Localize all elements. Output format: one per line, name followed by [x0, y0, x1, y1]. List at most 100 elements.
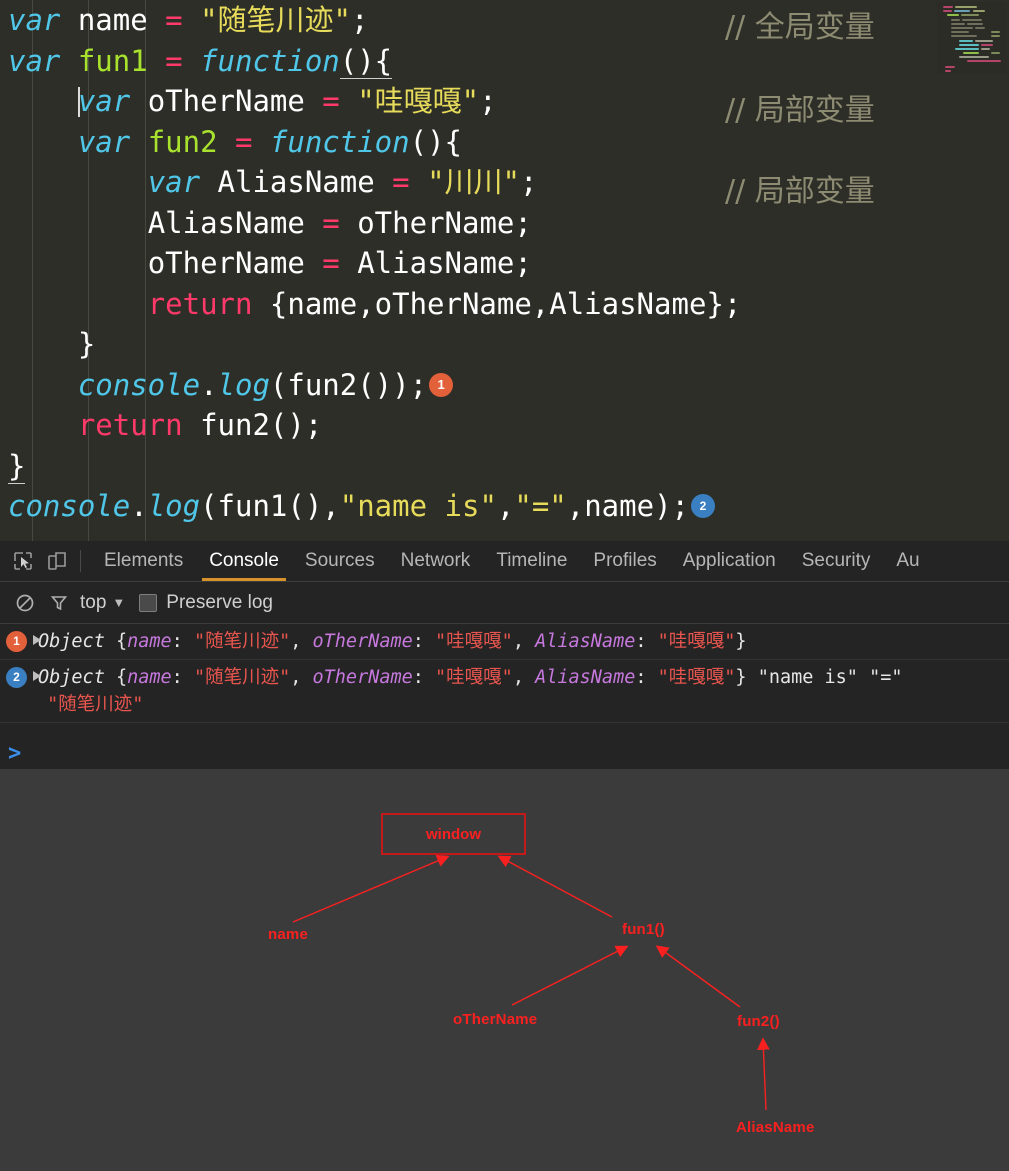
code-line[interactable]: var AliasName = "川川"; [8, 162, 741, 203]
code-token: return [147, 286, 253, 321]
object-label: Object [38, 631, 105, 652]
code-line[interactable]: AliasName = oTherName; [8, 203, 741, 244]
tab-profiles[interactable]: Profiles [580, 541, 669, 581]
devtools-panel[interactable]: Elements Console Sources Network Timeline Pro… [0, 541, 1009, 772]
console-token: oTherName [312, 631, 413, 652]
diagram-label-aliasName: AliasName [736, 1119, 815, 1136]
tab-sources[interactable]: Sources [292, 541, 388, 581]
tab-console[interactable]: Console [196, 541, 292, 581]
console-token: "哇嘎嘎" [657, 667, 736, 688]
diagram-label-fun2: fun2() [737, 1013, 780, 1030]
code-token: function [182, 43, 340, 78]
code-token: "=" [514, 489, 567, 523]
code-line[interactable]: console.log(fun2()); 1 [8, 365, 741, 406]
diagram-label-fun1: fun1() [622, 921, 665, 938]
preserve-log-checkbox[interactable] [139, 593, 158, 612]
console-token: : [635, 667, 658, 688]
code-token: "川川" [409, 165, 520, 199]
code-line[interactable]: var name = "随笔川迹"; [8, 0, 741, 41]
code-comment: // 局部变量 [725, 174, 875, 209]
code-line[interactable]: return fun2(); [8, 405, 741, 446]
expand-triangle-icon[interactable] [33, 635, 41, 645]
device-toolbar-icon[interactable] [40, 544, 74, 578]
code-token: name [60, 3, 166, 37]
code-token: (fun1(), [200, 489, 340, 523]
console-token: "哇嘎嘎" [435, 631, 513, 652]
code-line[interactable]: var oTherName = "哇嘎嘎"; [8, 81, 741, 122]
code-token: ; [479, 84, 497, 118]
console-token: , [512, 667, 536, 688]
tab-network[interactable]: Network [388, 541, 484, 581]
code-token: "随笔川迹" [182, 3, 352, 37]
console-token: , [512, 631, 536, 652]
clear-console-icon[interactable] [8, 588, 42, 618]
code-token: AliasName [200, 165, 393, 199]
console-token: , [290, 667, 313, 688]
code-line[interactable]: console.log(fun1(),"name is","=",name); 2 [8, 486, 741, 527]
tab-security[interactable]: Security [789, 541, 884, 581]
code-token: log [217, 367, 270, 402]
preserve-log-label[interactable]: Preserve log [166, 592, 273, 614]
console-badge: 2 [6, 667, 27, 688]
inspect-element-icon[interactable] [6, 544, 40, 578]
console-context-selector[interactable]: top [80, 592, 106, 614]
diagram-arrow-otherName-to-fun1 [511, 945, 629, 1006]
console-token: name [127, 631, 172, 652]
diagram-box-window-label: window [426, 825, 481, 843]
code-token: console [8, 489, 131, 523]
inline-badge-2[interactable]: 2 [690, 494, 715, 518]
code-token: ; [520, 165, 538, 199]
code-token: AliasName; [339, 246, 532, 280]
code-token: = [322, 246, 340, 280]
console-token: { [104, 631, 128, 652]
inline-badge-1[interactable]: 1 [429, 372, 454, 397]
code-comment: // 全局变量 [725, 10, 875, 45]
prompt-arrow-icon: > [8, 741, 22, 766]
console-prompt-row[interactable]: > [0, 736, 1009, 772]
console-token: : [171, 631, 194, 652]
code-line[interactable]: } [8, 446, 741, 487]
code-token: (){ [339, 43, 393, 79]
code-token: = [165, 43, 183, 78]
code-line[interactable]: return {name,oTherName,AliasName}; [8, 284, 742, 325]
expand-triangle-icon[interactable] [33, 671, 41, 681]
code-token: (fun2()); [269, 367, 428, 402]
diagram-arrow-name-to-window-left [292, 855, 450, 923]
code-token: fun1 [60, 43, 166, 78]
editor-minimap[interactable] [937, 2, 1007, 74]
code-token: var [77, 84, 131, 118]
console-token: AliasName [535, 631, 636, 652]
tab-elements[interactable]: Elements [91, 541, 196, 581]
code-editor[interactable]: var name = "随笔川迹"; var fun1 = function(){… [0, 0, 1009, 541]
code-token: ; [351, 3, 369, 37]
console-row[interactable]: 1 Object {name: "随笔川迹", oTherName: "哇嘎嘎",… [0, 624, 1009, 660]
console-token: AliasName [535, 667, 636, 688]
code-line[interactable]: var fun2 = function(){ [8, 122, 741, 163]
console-token: { [104, 667, 128, 688]
tab-timeline[interactable]: Timeline [483, 541, 580, 581]
console-token: } [735, 631, 747, 652]
code-token: } [77, 327, 96, 361]
console-token: "哇嘎嘎" [657, 631, 736, 652]
filter-funnel-icon[interactable] [42, 588, 76, 618]
code-line[interactable]: var fun1 = function(){ [8, 41, 741, 82]
console-message: Object {name: "随笔川迹", oTherName: "哇嘎嘎", … [36, 631, 747, 652]
code-token: var [8, 43, 61, 78]
console-token: "随笔川迹" [47, 694, 144, 715]
console-token: "name is" "=" [757, 667, 903, 688]
devtools-tab-list[interactable]: Elements Console Sources Network Timeline Pro… [91, 541, 933, 581]
console-filter-bar[interactable]: top ▼ Preserve log [0, 582, 1009, 624]
code-content[interactable]: var name = "随笔川迹"; var fun1 = function(){… [0, 0, 741, 527]
tab-application[interactable]: Application [670, 541, 789, 581]
code-token: = [322, 205, 340, 240]
code-line[interactable]: } [8, 324, 741, 365]
console-row[interactable]: 2 Object {name: "随笔川迹", oTherName: "哇嘎嘎",… [0, 660, 1009, 723]
code-token: return [77, 408, 183, 442]
tab-au[interactable]: Au [883, 541, 932, 581]
chevron-down-icon[interactable]: ▼ [112, 595, 125, 610]
console-token: : [412, 667, 436, 688]
console-output[interactable]: 1 Object {name: "随笔川迹", oTherName: "哇嘎嘎",… [0, 624, 1009, 736]
code-line[interactable]: oTherName = AliasName; [8, 243, 741, 284]
scope-chain-diagram: window name fun1() oTherName fun2() AliasNam… [0, 769, 1009, 1171]
diagram-label-otherName: oTherName [453, 1011, 538, 1028]
